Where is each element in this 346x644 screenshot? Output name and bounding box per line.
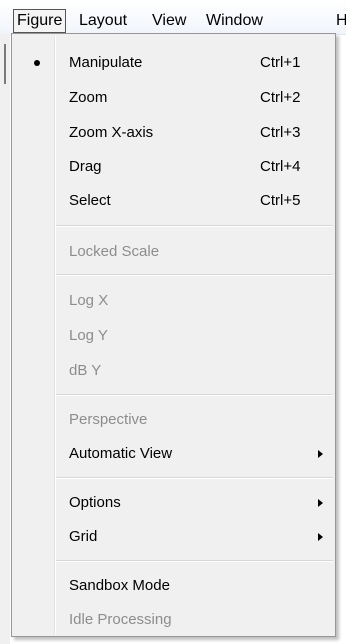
background-edge: [4, 44, 6, 84]
menu-item-label: Select: [69, 192, 111, 209]
menu-item-locked-scale: Locked Scale: [12, 235, 335, 269]
menu-item-label: Manipulate: [69, 54, 143, 71]
window-background: [0, 34, 10, 644]
menu-item-idle-processing: Idle Processing: [12, 603, 335, 637]
menu-item-sandbox-mode[interactable]: Sandbox Mode: [12, 569, 335, 603]
figure-menu-dropdown: Manipulate Ctrl+1 Zoom Ctrl+2 Zoom X-axi…: [11, 33, 336, 637]
menu-item-drag[interactable]: Drag Ctrl+4: [12, 150, 335, 184]
menu-item-label: Locked Scale: [69, 243, 160, 260]
menu-item-manipulate[interactable]: Manipulate Ctrl+1: [12, 46, 335, 80]
submenu-arrow-icon: [318, 450, 323, 458]
menu-item-shortcut: Ctrl+1: [260, 54, 301, 71]
submenu-arrow-icon: [318, 533, 323, 541]
menu-item-shortcut: Ctrl+2: [260, 89, 301, 106]
menu-item-label: Log X: [69, 292, 109, 309]
menu-item-label: Log Y: [69, 327, 108, 344]
menu-item-select[interactable]: Select Ctrl+5: [12, 184, 335, 218]
menu-view[interactable]: View: [152, 10, 186, 32]
menu-item-db-y: dB Y: [12, 354, 335, 388]
menu-item-log-y: Log Y: [12, 319, 335, 353]
menu-item-label: Zoom X-axis: [69, 124, 154, 141]
menu-bar: Figure Layout View Window H: [0, 0, 346, 35]
menu-item-shortcut: Ctrl+5: [260, 192, 301, 209]
menu-item-label: Idle Processing: [69, 611, 172, 628]
menu-item-perspective: Perspective: [12, 403, 335, 437]
menu-separator: [56, 560, 333, 562]
menu-separator: [56, 477, 333, 479]
menu-item-label: Sandbox Mode: [69, 577, 170, 594]
menu-separator: [56, 225, 333, 227]
menu-separator: [56, 394, 333, 396]
menu-window[interactable]: Window: [206, 10, 263, 32]
menu-item-options[interactable]: Options: [12, 486, 335, 520]
menu-item-shortcut: Ctrl+3: [260, 124, 301, 141]
menu-item-label: dB Y: [69, 362, 102, 379]
menu-item-automatic-view[interactable]: Automatic View: [12, 437, 335, 471]
menu-layout[interactable]: Layout: [79, 10, 127, 32]
menu-figure[interactable]: Figure: [13, 9, 67, 33]
submenu-arrow-icon: [318, 499, 323, 507]
menu-item-shortcut: Ctrl+4: [260, 158, 301, 175]
menu-item-log-x: Log X: [12, 284, 335, 318]
menu-item-zoom-x-axis[interactable]: Zoom X-axis Ctrl+3: [12, 116, 335, 150]
menu-item-label: Grid: [69, 528, 98, 545]
menu-item-label: Zoom: [69, 89, 108, 106]
menu-item-grid[interactable]: Grid: [12, 520, 335, 554]
radio-bullet-icon: [34, 60, 40, 66]
menu-help[interactable]: H: [336, 10, 346, 32]
menu-item-zoom[interactable]: Zoom Ctrl+2: [12, 81, 335, 115]
menu-separator: [56, 274, 333, 276]
menu-item-label: Options: [69, 494, 121, 511]
menu-item-label: Drag: [69, 158, 102, 175]
menu-item-label: Perspective: [69, 411, 148, 428]
menu-item-label: Automatic View: [69, 445, 173, 462]
